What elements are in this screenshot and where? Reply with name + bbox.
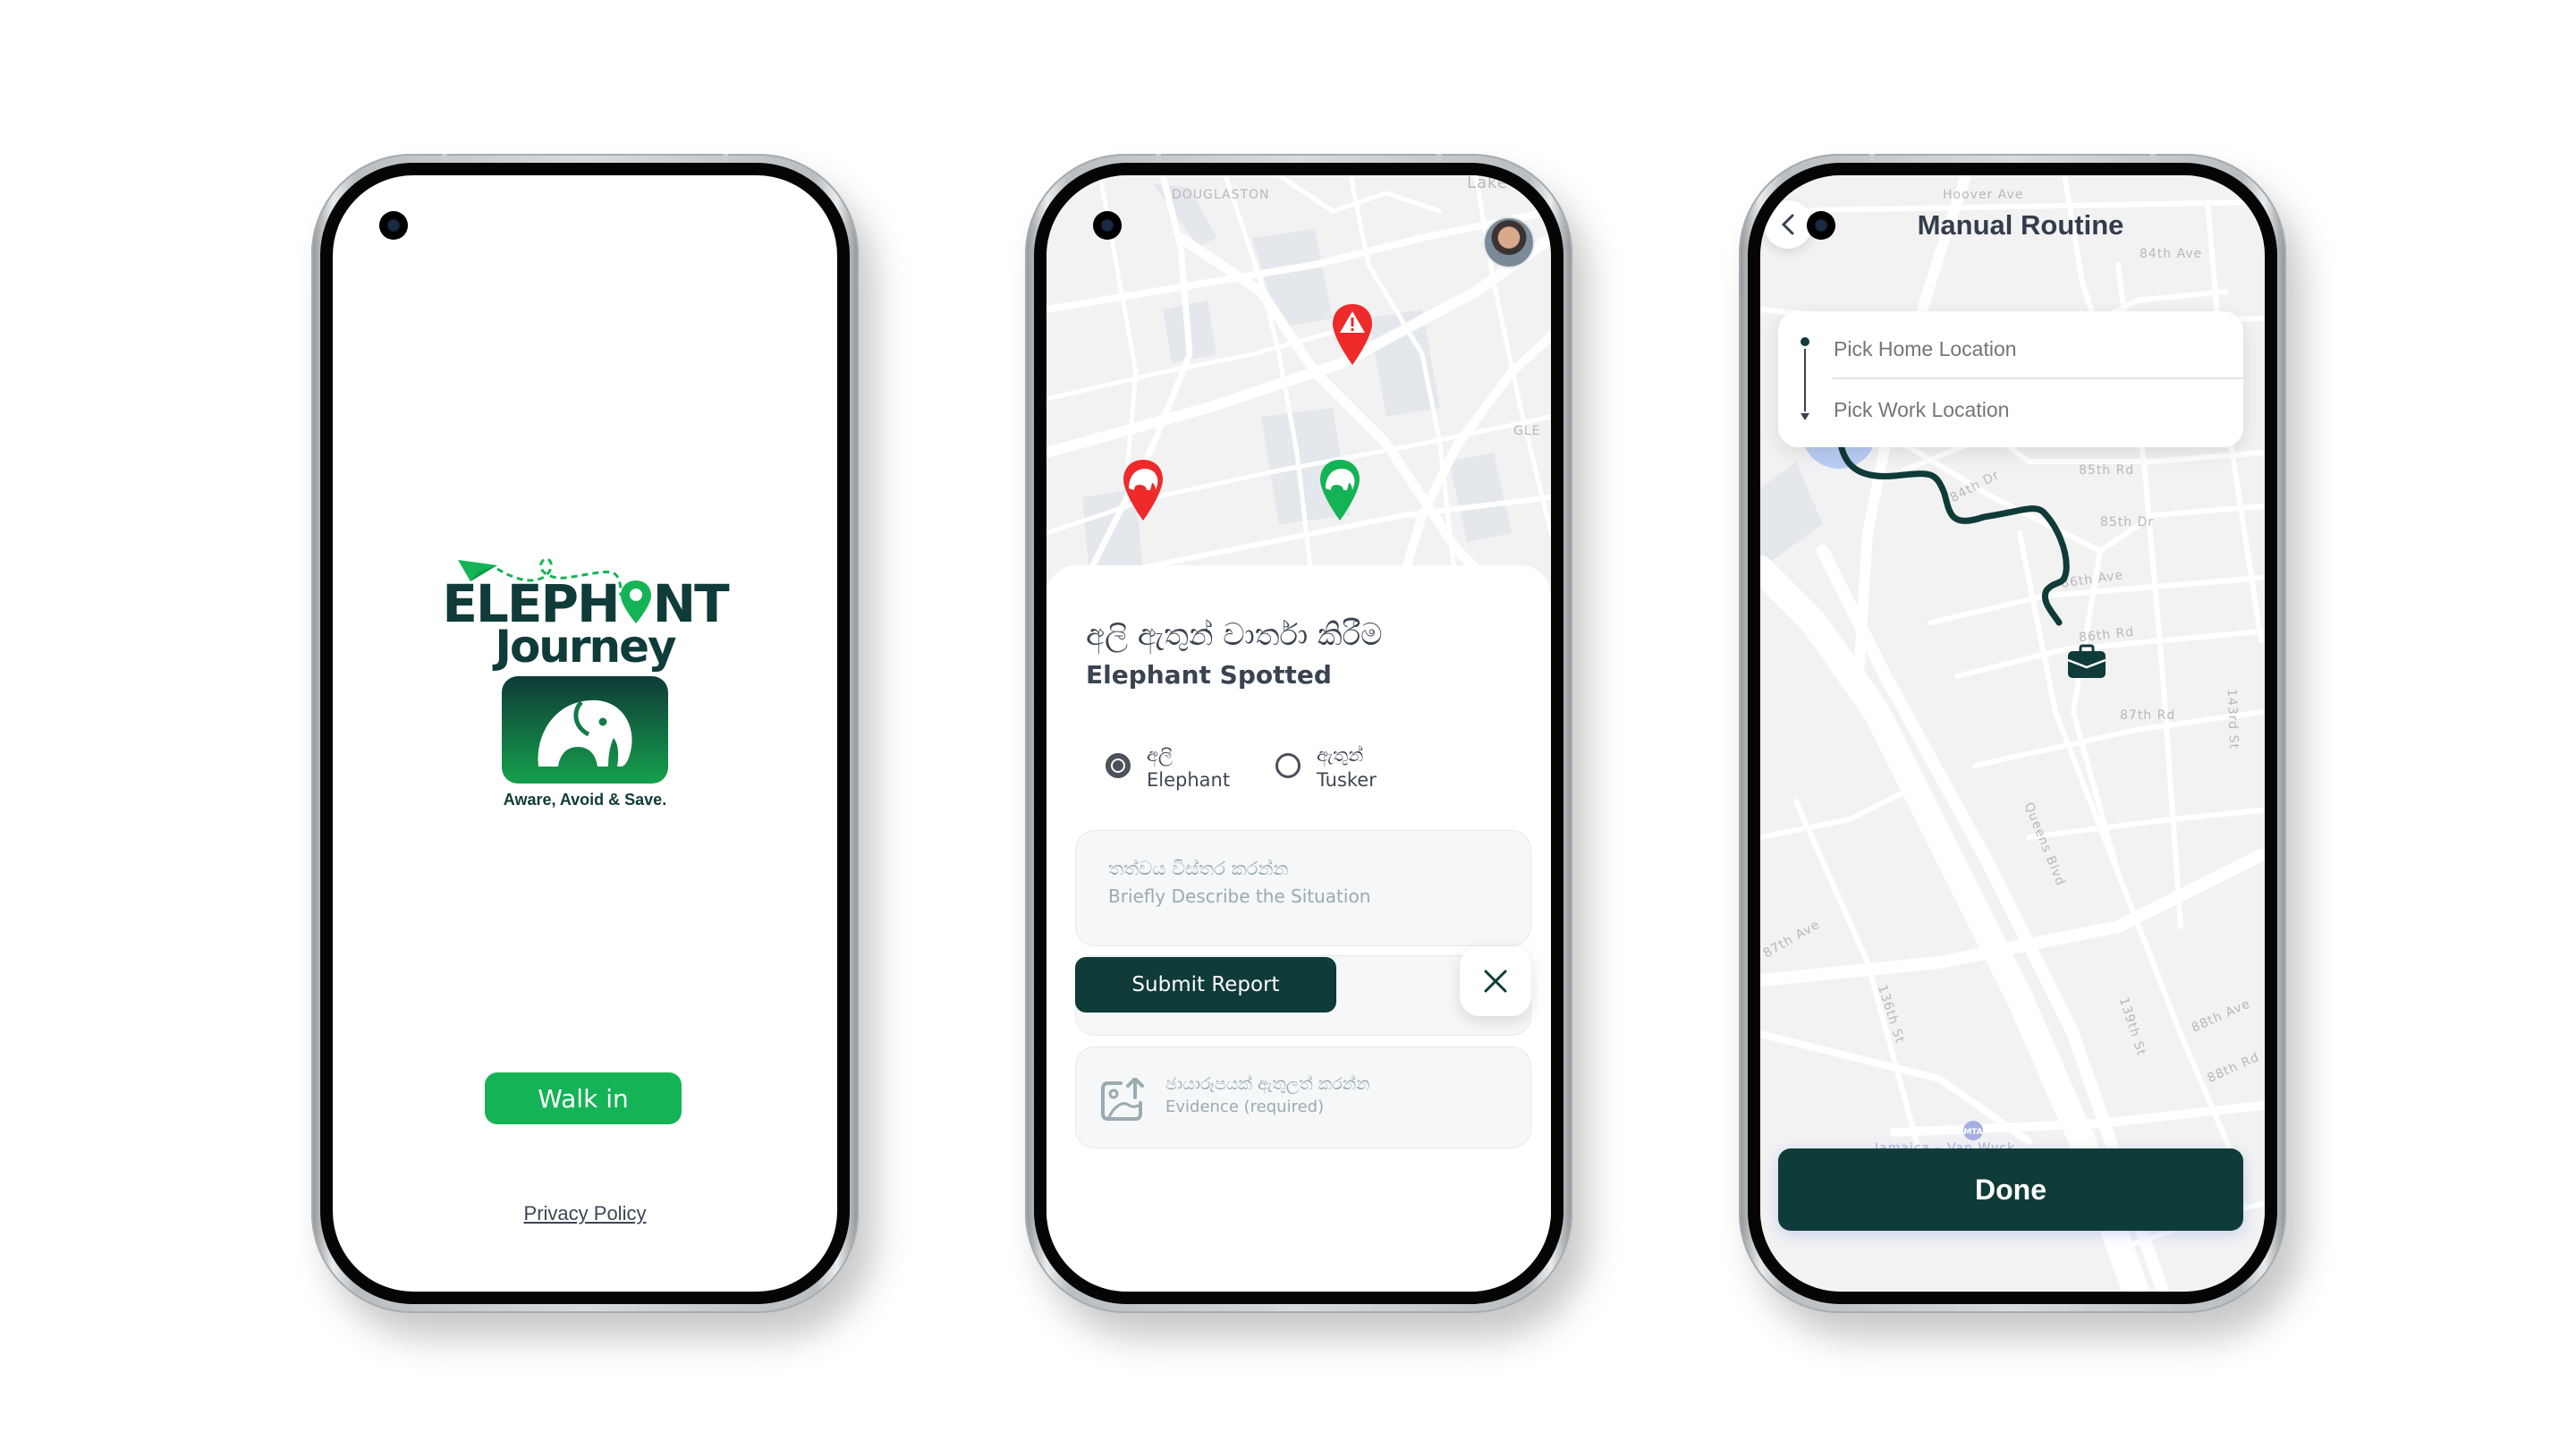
report-title-sinhala: අලි ඇතුන් වාර්තා කිරීම <box>1086 617 1383 653</box>
image-upload-icon <box>1101 1078 1144 1121</box>
work-location-input[interactable] <box>1832 386 2243 433</box>
submit-report-button[interactable]: Submit Report <box>1075 957 1336 1013</box>
radio-label: Tusker <box>1317 769 1377 791</box>
route-connector-icon <box>1801 337 1809 420</box>
divider <box>1832 377 2243 379</box>
field-placeholder-sinhala: ඡායාරූපයක් ඇතුලත් කරන්න <box>1165 1074 1370 1094</box>
close-icon <box>1484 970 1507 993</box>
elephant-marker-red[interactable] <box>1122 458 1165 522</box>
app-logo: ELEPH NT Journey Aware, Avoid & Save. <box>333 544 837 809</box>
user-avatar[interactable] <box>1483 216 1535 268</box>
close-button[interactable] <box>1460 946 1531 1016</box>
radio-selected-indicator[interactable] <box>1106 753 1131 778</box>
elephant-marker-green[interactable] <box>1318 458 1361 522</box>
briefcase-icon[interactable] <box>2066 644 2107 680</box>
logo-word-left: ELEPH <box>442 573 620 634</box>
radio-label-sinhala: අලි <box>1147 744 1173 766</box>
field-placeholder: Briefly Describe the Situation <box>1108 886 1371 907</box>
field-placeholder: Evidence (required) <box>1165 1097 1325 1116</box>
describe-situation-field[interactable]: තත්වය විස්තර කරන්න Briefly Describe the … <box>1075 830 1531 946</box>
report-sheet: අලි ඇතුන් වාර්තා කිරීම Elephant Spotted … <box>1046 565 1551 1292</box>
done-button[interactable]: Done <box>1778 1148 2243 1231</box>
radio-label-sinhala: ඇතුන් <box>1317 744 1364 766</box>
map-roads <box>1046 175 1551 605</box>
phone-routine: Hoover Ave 84th Ave Manton St Burden Cr … <box>1739 154 2286 1313</box>
warning-marker[interactable] <box>1331 302 1374 367</box>
report-screen: DOUGLASTON Lake S GLE අලි ඇතුන් වාර්තා ක… <box>1046 175 1551 1292</box>
elephant-logo-badge <box>502 676 668 784</box>
privacy-policy-link[interactable]: Privacy Policy <box>333 1202 837 1225</box>
location-pin-icon <box>620 580 651 623</box>
front-camera <box>1093 211 1122 240</box>
tagline: Aware, Avoid & Save. <box>503 791 667 809</box>
location-picker-card <box>1778 311 2243 447</box>
map-label: Lake S <box>1467 175 1526 192</box>
radio-label: Elephant <box>1147 769 1231 791</box>
elephant-icon <box>538 699 632 767</box>
report-title: Elephant Spotted <box>1086 660 1332 690</box>
splash-screen: ELEPH NT Journey Aware, Avoid & Save. Wal… <box>333 175 837 1292</box>
map-label: DOUGLASTON <box>1172 188 1270 202</box>
field-placeholder-sinhala: තත්වය විස්තර කරන්න <box>1108 858 1289 879</box>
front-camera <box>379 211 408 240</box>
routine-screen: Hoover Ave 84th Ave Manton St Burden Cr … <box>1760 175 2265 1292</box>
radio-indicator[interactable] <box>1275 753 1301 778</box>
page-title: Manual Routine <box>1917 209 2124 241</box>
front-camera <box>1807 211 1835 240</box>
phone-report: DOUGLASTON Lake S GLE අලි ඇතුන් වාර්තා ක… <box>1025 154 1572 1313</box>
logo-word-right: NT <box>652 573 730 634</box>
phone-splash: ELEPH NT Journey Aware, Avoid & Save. Wal… <box>311 154 859 1313</box>
map-label: GLE <box>1513 424 1541 438</box>
radio-tusker[interactable]: ඇතුන් Tusker <box>1275 742 1377 792</box>
walk-in-button[interactable]: Walk in <box>485 1072 682 1124</box>
home-location-input[interactable] <box>1832 326 2243 372</box>
evidence-upload-field[interactable]: ඡායාරූපයක් ඇතුලත් කරන්න Evidence (requir… <box>1075 1046 1531 1148</box>
radio-elephant[interactable]: අලි Elephant <box>1106 742 1230 792</box>
